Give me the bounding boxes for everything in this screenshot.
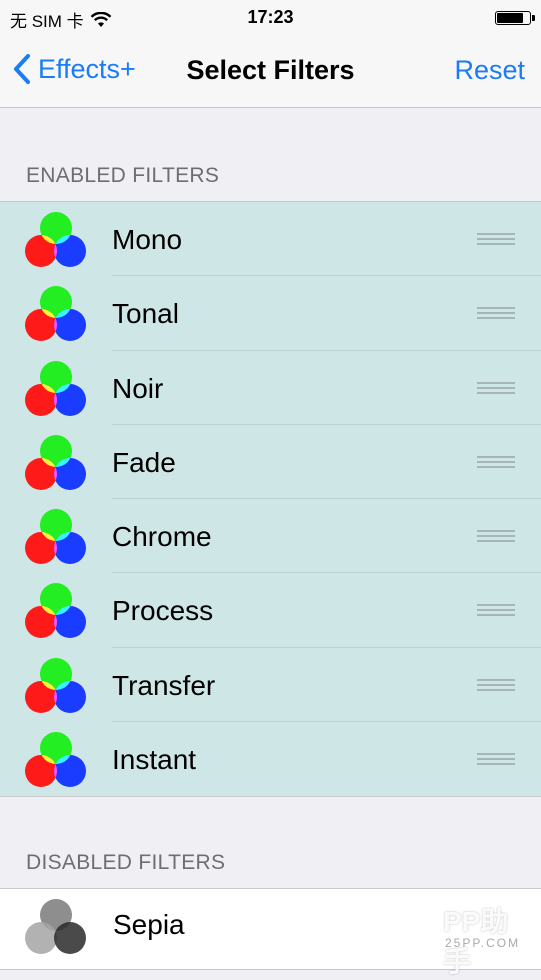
enabled-filter-row[interactable]: Instant [0,722,541,796]
reorder-handle-line [477,604,515,607]
rgb-venn-icon [25,509,86,565]
reorder-handle-line [477,614,515,617]
pp-logo-icon [405,902,441,948]
reorder-handle-line [477,386,515,389]
enabled-filter-row[interactable]: Transfer [0,648,541,723]
reorder-handle-line [477,317,515,320]
rgb-venn-icon [25,434,86,490]
filter-disabled-icon [25,899,86,954]
enabled-filter-row[interactable]: Chrome [0,499,541,574]
reorder-handle-line [477,243,515,245]
reorder-handle-line [477,609,515,612]
reorder-handle-icon[interactable] [477,678,515,691]
rgb-venn-icon [25,657,86,713]
reorder-handle-icon[interactable] [477,381,515,394]
filter-name: Chrome [112,521,212,553]
battery-icon [495,11,535,25]
reorder-handle-line [477,535,515,538]
watermark-site: 25PP.COM [445,936,521,950]
reorder-handle-line [477,683,515,686]
reorder-handle-icon[interactable] [477,307,515,320]
reorder-handle-icon[interactable] [477,604,515,617]
reorder-handle-line [477,238,515,240]
filter-name: Noir [112,372,164,404]
reorder-handle-line [477,312,515,315]
filter-name: Tonal [112,298,179,330]
reorder-handle-icon[interactable] [477,753,515,766]
filter-name: Sepia [113,909,185,940]
reorder-handle-line [477,530,515,533]
enabled-filters-list: Mono Tonal Noir Fade Chrome Process Transfer In… [0,201,541,797]
enabled-filter-row[interactable]: Fade [0,425,541,500]
status-bar: 无 SIM 卡 17:23 [0,0,541,36]
reorder-handle-icon[interactable] [477,530,515,543]
battery-fill [497,13,523,23]
enabled-filter-row[interactable]: Mono [0,202,541,277]
reset-button[interactable]: Reset [454,55,525,86]
reorder-handle-icon[interactable] [477,233,515,245]
filter-name: Mono [112,224,183,255]
reorder-handle-line [477,233,515,235]
reorder-handle-line [477,465,515,468]
reorder-handle-line [477,455,515,458]
reorder-handle-line [477,391,515,394]
enabled-filter-row[interactable]: Tonal [0,276,541,351]
filter-name: Instant [112,744,197,776]
rgb-venn-icon [25,583,86,639]
reorder-handle-line [477,381,515,384]
filter-name: Process [112,595,214,627]
navigation-bar: Effects+ Select Filters Reset [0,36,541,108]
reorder-handle-line [477,758,515,761]
rgb-venn-icon [25,212,86,267]
watermark: PP助手 25PP.COM [403,898,531,977]
reorder-handle-line [477,540,515,543]
rgb-venn-icon [25,360,86,416]
reorder-handle-line [477,753,515,756]
filter-name: Fade [112,446,176,478]
enabled-filters-header: ENABLED FILTERS [26,164,220,187]
rgb-venn-icon [25,286,86,342]
reorder-handle-line [477,460,515,463]
filter-name: Transfer [112,669,216,701]
status-time: 17:23 [247,7,294,27]
reorder-handle-line [477,688,515,691]
enabled-filter-row[interactable]: Process [0,573,541,648]
disabled-filters-header: DISABLED FILTERS [26,851,226,874]
enabled-filter-row[interactable]: Noir [0,351,541,425]
reorder-handle-icon[interactable] [477,455,515,468]
rgb-venn-icon [25,732,86,788]
reorder-handle-line [477,307,515,310]
reorder-handle-line [477,678,515,681]
reorder-handle-line [477,763,515,766]
